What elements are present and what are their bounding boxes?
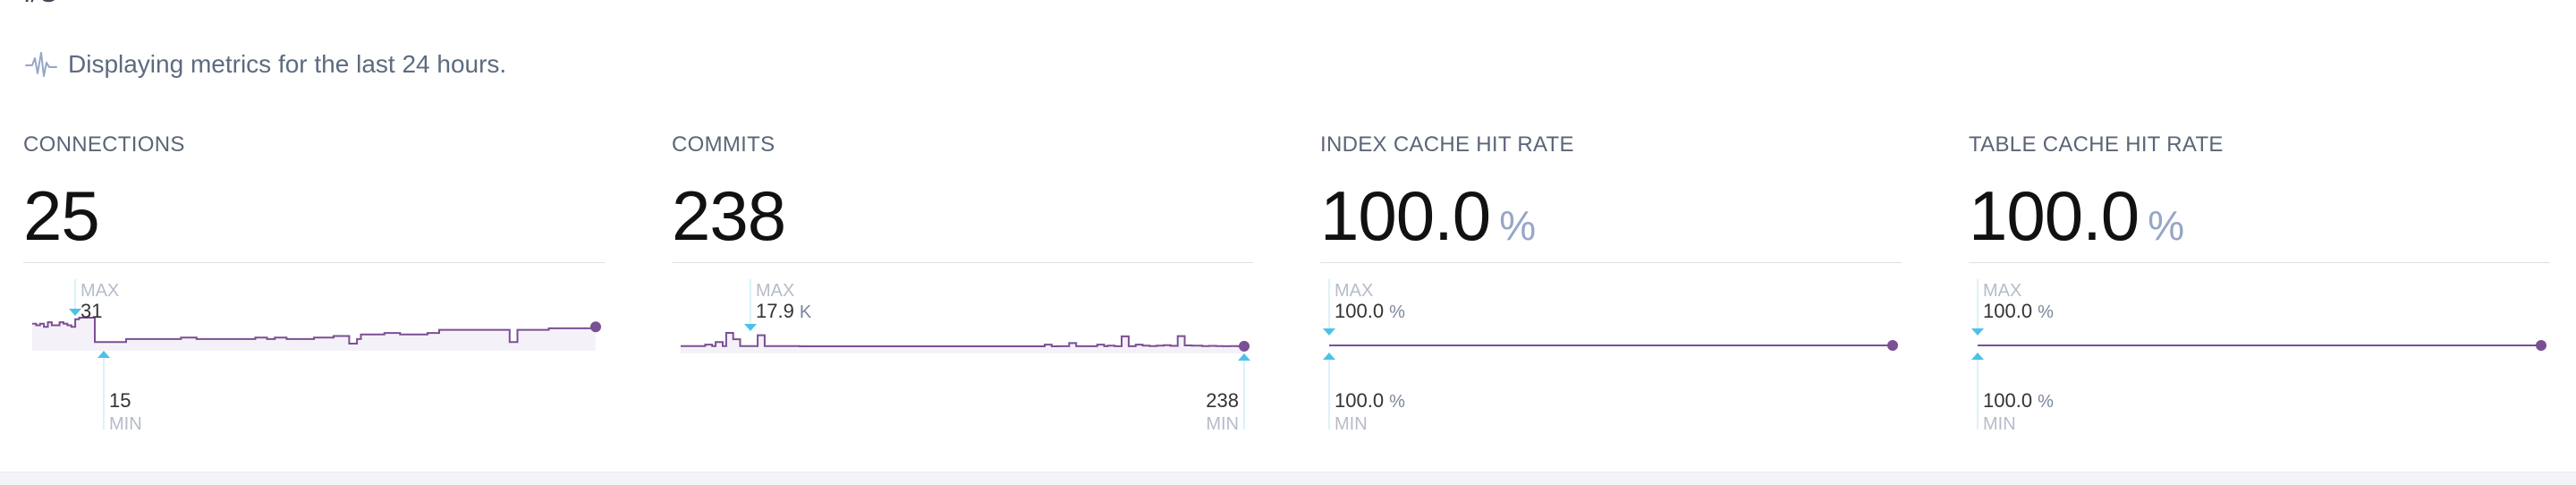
sparkline-end-dot <box>1239 340 1250 352</box>
sparkline-end-dot <box>590 321 601 333</box>
sparkline-end-dot <box>1887 340 1898 351</box>
max-label-value: 31 <box>80 300 102 322</box>
pulse-icon <box>25 50 57 79</box>
max-label-tag: MAX <box>1983 281 2021 301</box>
min-label-unit: % <box>2038 392 2054 412</box>
sparkline-line <box>681 332 1244 347</box>
metric-panel-commits: COMMITS 238 MAX 17.9 K 238 MIN <box>672 125 1253 434</box>
max-label-tag: MAX <box>80 281 119 301</box>
min-marker-arrow <box>1238 353 1250 361</box>
max-label-value: 100.0% <box>1335 300 1405 322</box>
page-footer-strip <box>0 472 2576 485</box>
max-marker-arrow <box>1971 328 1984 336</box>
metrics-info: Displaying metrics for the last 24 hours… <box>25 50 506 79</box>
sparkline-chart: MAX100.0 %100.0 %MIN <box>1323 279 1898 434</box>
panel-divider <box>23 262 605 263</box>
sparkline-chart: MAX100.0 %100.0 %MIN <box>1971 279 2546 434</box>
panel-value: 100.0% <box>1969 181 2184 251</box>
metric-panel-table-cache-hit-rate: TABLE CACHE HIT RATE 100.0% MAX 100.0% 100… <box>1969 125 2550 434</box>
sparkline-chart: MAX17.9 K 238MIN <box>681 279 1250 434</box>
max-label-tag: MAX <box>756 281 794 301</box>
panel-value: 100.0% <box>1320 181 1536 251</box>
max-label-unit: K <box>800 302 812 322</box>
panel-title: INDEX CACHE HIT RATE <box>1320 132 1574 157</box>
sparkline-chart: MAX31 15MIN <box>32 279 601 434</box>
panel-value-number: 100.0 <box>1969 176 2140 255</box>
min-label-value: 238 <box>1206 389 1239 412</box>
panel-value: 238 <box>672 181 794 251</box>
min-marker-arrow <box>1971 353 1984 360</box>
panel-title: TABLE CACHE HIT RATE <box>1969 132 2224 157</box>
panel-value: 25 <box>23 181 108 251</box>
metrics-info-text: Displaying metrics for the last 24 hours… <box>68 50 507 78</box>
max-label-tag: MAX <box>1335 281 1373 301</box>
panel-value-unit: % <box>2148 202 2185 249</box>
panel-title: CONNECTIONS <box>23 132 185 157</box>
min-label-unit: % <box>1389 392 1405 412</box>
panel-title: COMMITS <box>672 132 775 157</box>
sparkline-area <box>32 318 596 351</box>
min-label-value: 100.0% <box>1335 389 1405 412</box>
max-label-value: 17.9 K <box>756 300 812 322</box>
metric-panel-connections: CONNECTIONS 25 MAX 31 15 MIN <box>23 125 605 434</box>
max-marker-arrow <box>1323 328 1335 336</box>
min-label-tag: MIN <box>1983 414 2016 434</box>
panel-divider <box>1320 262 1902 263</box>
sparkline-line <box>32 317 596 345</box>
min-marker-arrow <box>97 351 110 358</box>
min-label-value: 15 <box>109 389 131 412</box>
max-label-value: 100.0% <box>1983 300 2054 322</box>
max-label-unit: % <box>1389 302 1405 322</box>
sparkline-end-dot <box>2536 340 2546 351</box>
max-marker-arrow <box>69 309 81 316</box>
min-marker-arrow <box>1323 353 1335 360</box>
metric-panel-index-cache-hit-rate: INDEX CACHE HIT RATE 100.0% MAX 100.0% 100… <box>1320 125 1902 434</box>
min-label-tag: MIN <box>109 414 142 434</box>
max-marker-arrow <box>744 324 757 331</box>
panel-divider <box>672 262 1253 263</box>
panel-value-number: 25 <box>23 176 100 255</box>
panel-value-number: 238 <box>672 176 786 255</box>
max-label-unit: % <box>2038 302 2054 322</box>
page-heading-partial: I/O <box>23 0 59 7</box>
min-label-tag: MIN <box>1335 414 1368 434</box>
panel-divider <box>1969 262 2550 263</box>
panel-value-number: 100.0 <box>1320 176 1491 255</box>
min-label-tag: MIN <box>1206 414 1239 434</box>
min-label-value: 100.0% <box>1983 389 2054 412</box>
panel-value-unit: % <box>1499 202 1537 249</box>
